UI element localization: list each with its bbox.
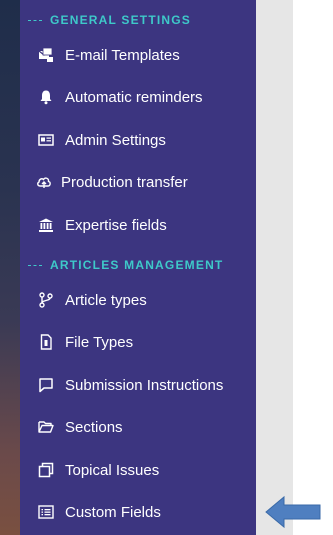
sidebar-item-admin-settings[interactable]: Admin Settings bbox=[20, 125, 256, 155]
sidebar-item-label: File Types bbox=[65, 333, 134, 351]
sidebar-item-email-templates[interactable]: E-mail Templates bbox=[20, 40, 256, 70]
section-title: ARTICLES MANAGEMENT bbox=[50, 258, 224, 272]
sidebar-item-submission-instructions[interactable]: Submission Instructions bbox=[20, 370, 256, 400]
sidebar-item-label: Submission Instructions bbox=[65, 376, 224, 394]
folder-open-icon bbox=[37, 418, 55, 436]
admin-card-icon bbox=[37, 131, 55, 149]
sidebar-item-label: E-mail Templates bbox=[65, 46, 180, 64]
sidebar-item-production-transfer[interactable]: Production transfer bbox=[20, 167, 256, 197]
sidebar-item-label: Automatic reminders bbox=[65, 88, 203, 106]
branch-icon bbox=[37, 291, 55, 309]
content-gutter bbox=[256, 0, 293, 535]
bell-icon bbox=[37, 88, 55, 106]
sidebar-item-automatic-reminders[interactable]: Automatic reminders bbox=[20, 82, 256, 112]
sidebar-item-label: Sections bbox=[65, 418, 123, 436]
email-templates-icon bbox=[37, 46, 55, 64]
file-icon bbox=[37, 333, 55, 351]
sidebar-item-label: Admin Settings bbox=[65, 131, 166, 149]
sidebar-item-label: Expertise fields bbox=[65, 216, 167, 234]
institution-icon bbox=[37, 216, 55, 234]
section-header-general-settings: GENERAL SETTINGS bbox=[28, 12, 191, 28]
cloud-upload-icon bbox=[35, 173, 53, 191]
copy-icon bbox=[37, 461, 55, 479]
sidebar-item-label: Custom Fields bbox=[65, 503, 161, 521]
section-title: GENERAL SETTINGS bbox=[50, 13, 191, 27]
sidebar-item-article-types[interactable]: Article types bbox=[20, 285, 256, 315]
sidebar-item-label: Production transfer bbox=[61, 173, 188, 191]
sidebar-item-label: Article types bbox=[65, 291, 147, 309]
chat-icon bbox=[37, 376, 55, 394]
list-box-icon bbox=[37, 503, 55, 521]
dash-icon bbox=[28, 19, 42, 21]
section-header-articles-management: ARTICLES MANAGEMENT bbox=[28, 257, 223, 273]
dash-icon bbox=[28, 264, 42, 266]
sidebar-item-custom-fields[interactable]: Custom Fields bbox=[20, 497, 256, 527]
sidebar-item-expertise-fields[interactable]: Expertise fields bbox=[20, 210, 256, 240]
sidebar-item-sections[interactable]: Sections bbox=[20, 412, 256, 442]
sidebar-item-file-types[interactable]: File Types bbox=[20, 327, 256, 357]
left-arrow-indicator-icon bbox=[265, 495, 321, 529]
sidebar-item-label: Topical Issues bbox=[65, 461, 160, 479]
background-edge bbox=[0, 0, 20, 535]
content-area bbox=[293, 0, 333, 535]
sidebar-item-topical-issues[interactable]: Topical Issues bbox=[20, 455, 256, 485]
